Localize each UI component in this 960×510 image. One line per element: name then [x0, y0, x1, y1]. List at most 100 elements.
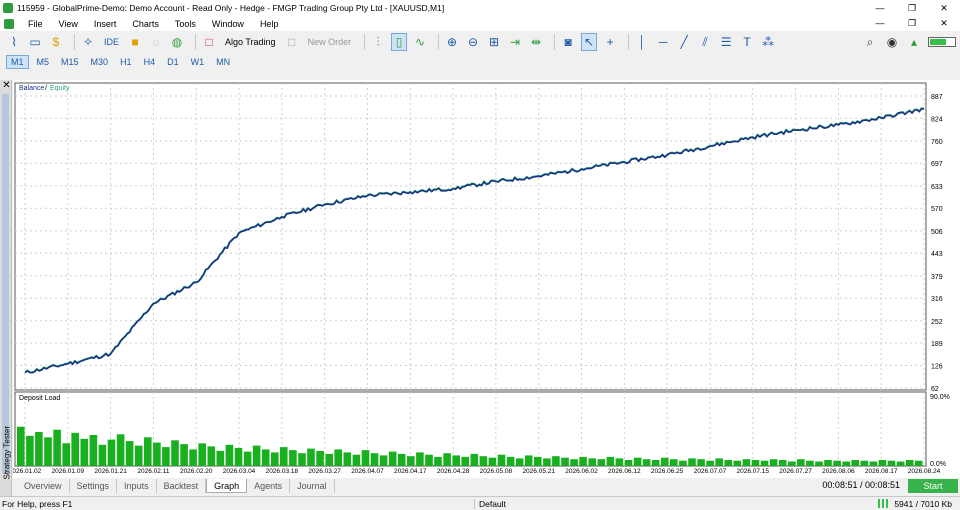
deposit-load-bar [53, 429, 61, 466]
deposit-load-bar [688, 458, 696, 466]
deposit-load-bar [325, 453, 333, 466]
vps-icon[interactable]: ▴ [906, 33, 922, 51]
text-icon[interactable]: T [739, 33, 755, 51]
timeframe-m30[interactable]: M30 [87, 56, 113, 68]
deposit-load-bar [588, 458, 596, 466]
restore-button[interactable]: ❐ [896, 0, 928, 16]
deposit-load-bar [570, 459, 578, 466]
menu-tools[interactable]: Tools [167, 19, 204, 29]
deposit-load-bar [334, 449, 342, 466]
deposit-load-bar [434, 456, 442, 466]
legend-balance: Balance [19, 85, 44, 92]
timeframe-m5[interactable]: M5 [33, 56, 54, 68]
deposit-load-bar [905, 460, 914, 466]
deposit-load-bar [788, 461, 796, 466]
screenshot-icon[interactable]: ◙ [560, 33, 576, 51]
ide-button[interactable]: IDE [101, 33, 122, 51]
globe-icon[interactable]: ◍ [169, 33, 185, 51]
deposit-load-bar [71, 432, 79, 466]
tab-overview[interactable]: Overview [17, 479, 70, 493]
x-tick-label: 2026.05.08 [480, 468, 513, 475]
deposit-load-bar [797, 459, 805, 466]
channel-icon[interactable]: ⫽ [697, 33, 713, 51]
algo-trading-button[interactable]: Algo Trading [222, 33, 279, 51]
doc-minimize-button[interactable]: — [864, 16, 896, 31]
doc-close-button[interactable]: ✕ [928, 16, 960, 31]
zoom-in-icon[interactable]: ⊕ [444, 33, 460, 51]
start-button[interactable]: Start [908, 479, 958, 493]
new-order-button[interactable]: New Order [305, 33, 355, 51]
account-icon[interactable]: ◉ [884, 33, 900, 51]
tab-graph[interactable]: Graph [206, 479, 248, 493]
crosshair-icon[interactable]: + [602, 33, 618, 51]
close-icon[interactable]: ✕ [1, 80, 12, 91]
algo-trading-icon[interactable]: □ [201, 33, 217, 51]
timeframe-w1[interactable]: W1 [187, 56, 209, 68]
x-tick-label: 2026.05.21 [522, 468, 555, 475]
deposit-load-bar [461, 456, 469, 466]
search-icon[interactable]: ⌕ [862, 33, 878, 51]
line-icon[interactable]: ∿ [412, 33, 428, 51]
deposit-load-bar [497, 454, 506, 466]
tab-inputs[interactable]: Inputs [117, 479, 157, 493]
template-icon[interactable]: ▭ [27, 33, 43, 51]
close-button[interactable]: ✕ [928, 0, 960, 16]
shift-icon[interactable]: ⇹ [528, 33, 544, 51]
menu-file[interactable]: File [20, 19, 51, 29]
dollar-icon[interactable]: $ [48, 33, 64, 51]
menu-view[interactable]: View [51, 19, 86, 29]
menu-insert[interactable]: Insert [86, 19, 125, 29]
tab-backtest[interactable]: Backtest [157, 479, 207, 493]
connection-traffic: 5941 / 7010 Kb [894, 498, 952, 509]
signal-icon[interactable]: ◌ [148, 33, 164, 51]
zoom-out-icon[interactable]: ⊖ [465, 33, 481, 51]
x-tick-label: 2026.07.27 [779, 468, 812, 475]
expert-icon[interactable]: ✧ [80, 33, 96, 51]
horizontal-line-icon[interactable]: ─ [655, 33, 671, 51]
tab-settings[interactable]: Settings [70, 479, 118, 493]
window-controls: — ❐ ✕ [864, 0, 960, 16]
grid-icon[interactable]: ⊞ [486, 33, 502, 51]
candles-icon[interactable]: ▯ [391, 33, 408, 51]
vertical-line-icon[interactable]: │ [634, 33, 650, 51]
deposit-load-bar [289, 450, 297, 466]
timeframe-mn[interactable]: MN [212, 56, 234, 68]
cursor-icon[interactable]: ↖ [581, 33, 598, 51]
menu-charts[interactable]: Charts [124, 19, 167, 29]
deposit-load-bar [760, 460, 769, 466]
shapes-icon[interactable]: ⁂ [760, 33, 776, 51]
menu-help[interactable]: Help [252, 19, 287, 29]
timeframe-m15[interactable]: M15 [57, 56, 83, 68]
deposit-load-bar [26, 435, 34, 466]
fibonacci-icon[interactable]: ☰ [718, 33, 734, 51]
new-order-icon[interactable]: □ [284, 33, 300, 51]
tab-agents[interactable]: Agents [247, 479, 291, 493]
timeframe-h1[interactable]: H1 [116, 56, 136, 68]
chart-icon [4, 18, 14, 29]
x-tick-label: 2026.07.07 [694, 468, 727, 475]
deposit-load-bar [706, 460, 714, 466]
deposit-load-bar [35, 432, 43, 466]
timeframe-d1[interactable]: D1 [163, 56, 183, 68]
lock-icon[interactable]: ■ [127, 33, 143, 51]
timeframe-h4[interactable]: H4 [140, 56, 160, 68]
scroll-icon[interactable]: ⇥ [507, 33, 523, 51]
trendline-icon[interactable]: ╱ [676, 33, 692, 51]
x-tick-label: 2026.01.09 [52, 468, 85, 475]
menu-window[interactable]: Window [204, 19, 252, 29]
tester-tab-bar: Overview Settings Inputs Backtest Graph … [13, 478, 960, 494]
timeframe-m1[interactable]: M1 [6, 54, 29, 69]
deposit-load-bar [443, 453, 451, 466]
status-help: For Help, press F1 [2, 498, 73, 509]
battery-icon [928, 33, 956, 51]
bar-chart-icon[interactable]: ⫶ [370, 33, 386, 51]
deposit-load-bar [243, 451, 252, 466]
deposit-load-bar [615, 458, 624, 466]
line-chart-icon[interactable]: ⌇ [6, 33, 22, 51]
deposit-load-bar [833, 460, 841, 466]
deposit-load-bar [642, 459, 651, 466]
tab-journal[interactable]: Journal [290, 479, 335, 493]
minimize-button[interactable]: — [864, 0, 896, 16]
doc-restore-button[interactable]: ❐ [896, 16, 928, 31]
balance-equity-chart: 62 126 189 252 316 379 443 506 570 633 697 760 824 88… [13, 82, 950, 475]
